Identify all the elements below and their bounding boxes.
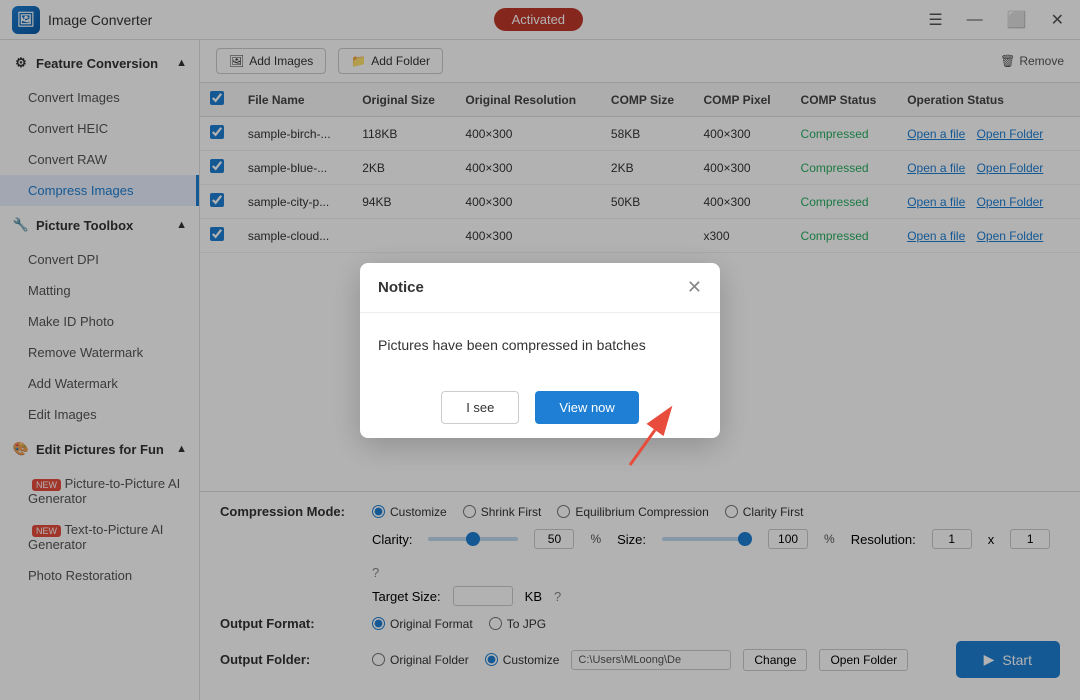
dialog-message: Pictures have been compressed in batches — [378, 337, 646, 353]
view-now-button[interactable]: View now — [535, 391, 638, 424]
dialog-body: Pictures have been compressed in batches — [360, 313, 720, 377]
dialog-close-button[interactable]: ✕ — [687, 277, 702, 298]
dialog-title: Notice — [378, 279, 424, 296]
notice-dialog: Notice ✕ Pictures have been compressed i… — [360, 263, 720, 438]
dialog-header: Notice ✕ — [360, 263, 720, 313]
dialog-footer: I see View now — [360, 377, 720, 438]
dialog-overlay: Notice ✕ Pictures have been compressed i… — [0, 0, 1080, 700]
i-see-button[interactable]: I see — [441, 391, 519, 424]
